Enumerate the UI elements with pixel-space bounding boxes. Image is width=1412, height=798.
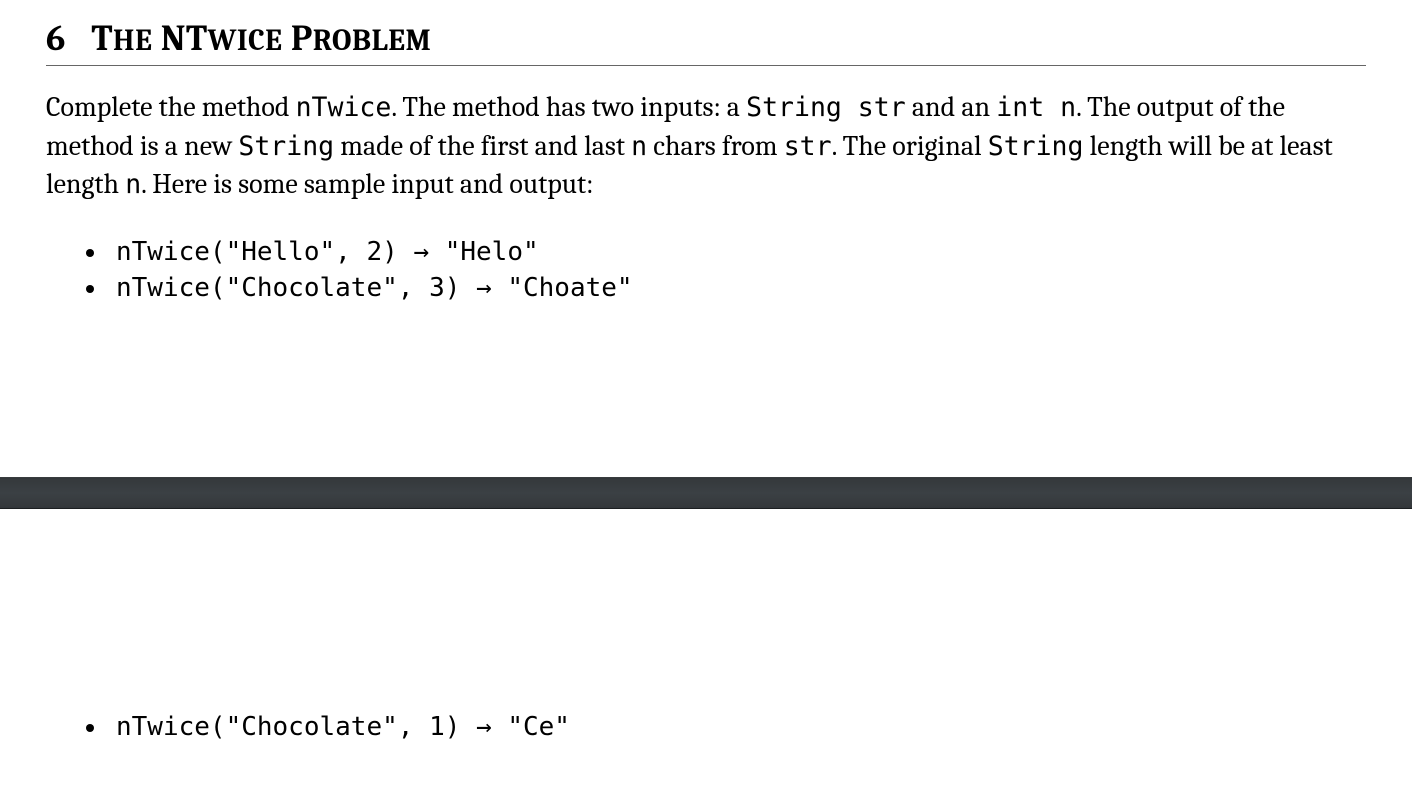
sample-list-page1: nTwice("Hello", 2) → "Helo" nTwice("Choc…: [46, 234, 1366, 307]
page-2: nTwice("Chocolate", 1) → "Ce": [0, 509, 1412, 745]
list-item: nTwice("Chocolate", 1) → "Ce": [108, 709, 1366, 745]
list-item: nTwice("Hello", 2) → "Helo": [108, 234, 1366, 270]
list-item: nTwice("Chocolate", 3) → "Choate": [108, 270, 1366, 306]
sample-list-page2: nTwice("Chocolate", 1) → "Ce": [46, 709, 1366, 745]
section-number: 6: [46, 18, 65, 59]
page-1: 6 THE NTWICE PROBLEM Complete the method…: [0, 0, 1412, 307]
section-title: THE NTWICE PROBLEM: [91, 18, 431, 59]
problem-description: Complete the method nTwice. The method h…: [46, 88, 1366, 204]
page-separator: [0, 477, 1412, 509]
section-heading: 6 THE NTWICE PROBLEM: [46, 18, 1366, 66]
